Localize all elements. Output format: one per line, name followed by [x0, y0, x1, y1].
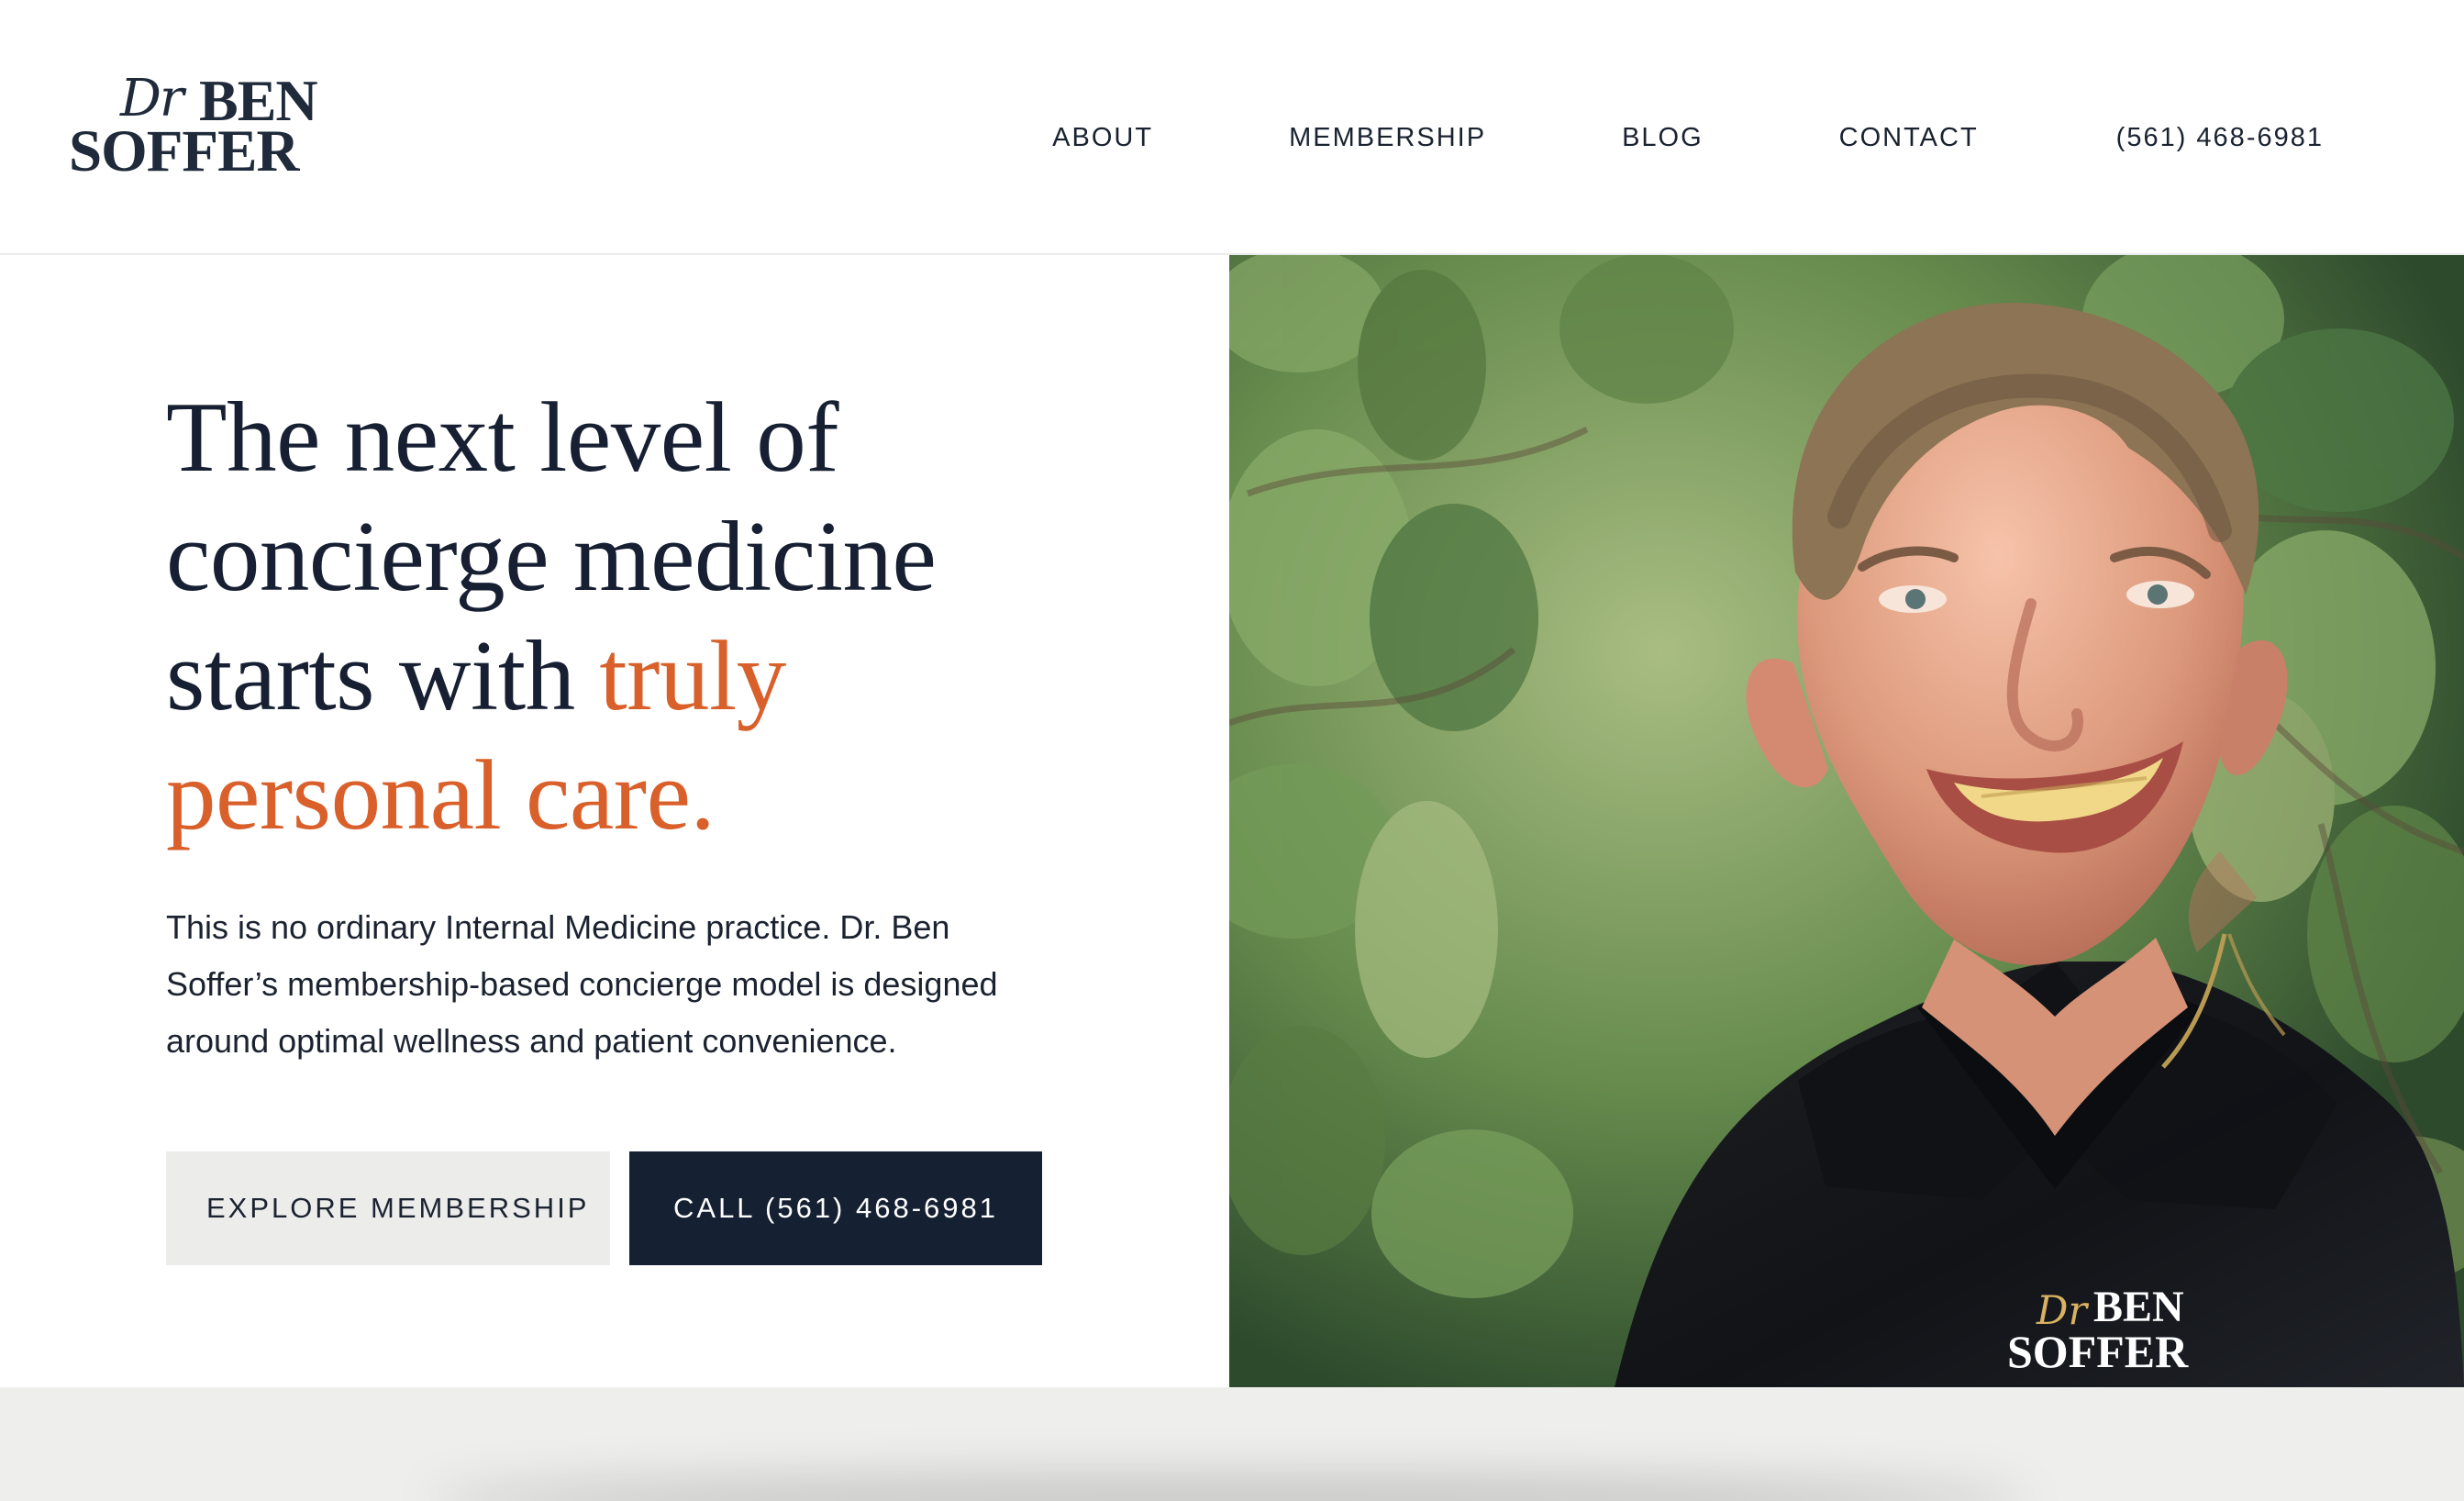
- nav-membership-link[interactable]: MEMBERSHIP: [1289, 119, 1486, 156]
- doctor-portrait-photo: Dr BEN SOFFER: [1229, 255, 2464, 1387]
- hero-actions: EXPLORE MEMBERSHIP CALL (561) 468-6981: [166, 1151, 1042, 1265]
- shirt-logo-first-name: BEN: [2093, 1283, 2184, 1331]
- brand-logo-last-name: SOFFER: [69, 118, 299, 184]
- call-phone-button[interactable]: CALL (561) 468-6981: [629, 1151, 1042, 1265]
- hero-copy: The next level of concierge medicine sta…: [166, 378, 1083, 1070]
- nav-phone-link[interactable]: (561) 468-6981: [2116, 119, 2324, 156]
- main-navigation: ABOUT MEMBERSHIP BLOG CONTACT (561) 468-…: [1052, 119, 2324, 156]
- nav-about-link[interactable]: ABOUT: [1052, 119, 1153, 156]
- shirt-logo-last-name: SOFFER: [2007, 1326, 2189, 1377]
- hero-headline-main: The next level of concierge medicine sta…: [166, 382, 937, 731]
- nav-blog-link[interactable]: BLOG: [1622, 119, 1704, 156]
- hero-headline: The next level of concierge medicine sta…: [166, 378, 1083, 855]
- brand-logo[interactable]: Dr BEN SOFFER: [69, 69, 436, 184]
- nav-contact-link[interactable]: CONTACT: [1839, 119, 1979, 156]
- page: Dr BEN SOFFER ABOUT MEMBERSHIP BLOG CONT…: [0, 0, 2464, 1501]
- brand-logo-dr: Dr: [120, 69, 184, 128]
- doctor-portrait-illustration: Dr BEN SOFFER: [1229, 255, 2464, 1387]
- hero-description: This is no ordinary Internal Medicine pr…: [166, 908, 998, 1060]
- site-header: Dr BEN SOFFER ABOUT MEMBERSHIP BLOG CONT…: [0, 0, 2464, 255]
- explore-membership-button[interactable]: EXPLORE MEMBERSHIP: [166, 1151, 610, 1265]
- hero-section: The next level of concierge medicine sta…: [0, 255, 2464, 1387]
